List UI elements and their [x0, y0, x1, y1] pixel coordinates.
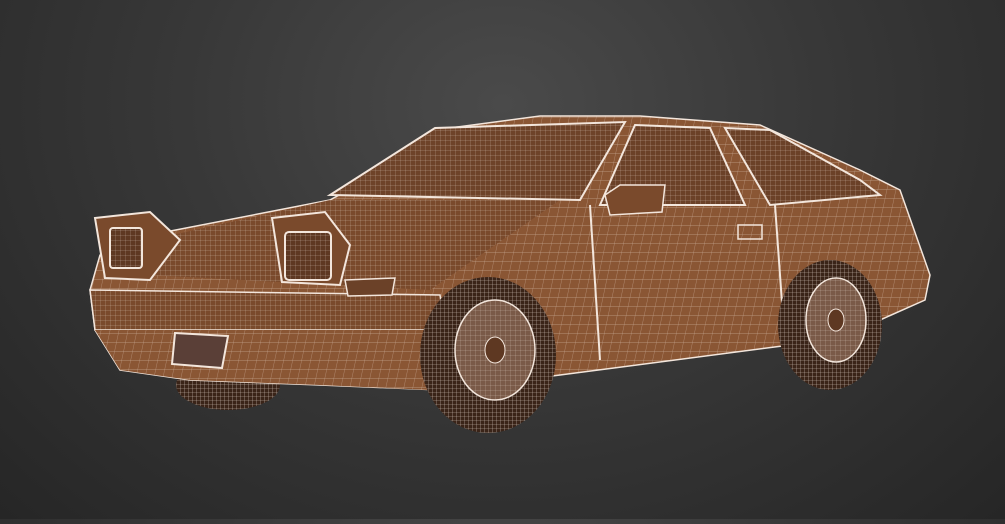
front-right-wheel [420, 277, 556, 433]
turn-signal [344, 277, 396, 297]
car-wireframe [89, 115, 931, 433]
render-viewport [0, 0, 1005, 519]
rear-right-wheel [778, 260, 882, 390]
license-plate [170, 331, 230, 370]
